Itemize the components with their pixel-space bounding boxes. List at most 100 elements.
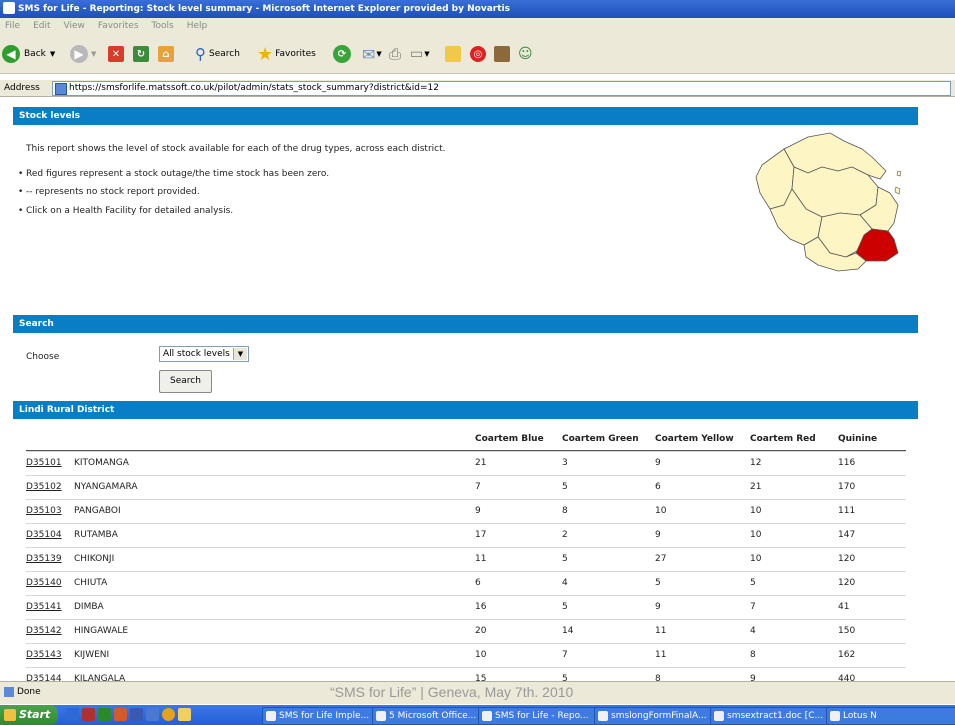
start-button[interactable]: Start	[0, 705, 58, 725]
stop-button[interactable]: ✕	[108, 44, 124, 64]
col-header-coartem-blue: Coartem Blue	[475, 434, 544, 444]
facility-code-link[interactable]: D35101	[26, 458, 62, 468]
table-row: D35102 NYANGAMARA 7 5 6 21 170	[26, 475, 906, 500]
mail-button[interactable]: ✉ ▼	[362, 44, 382, 64]
research-button[interactable]	[494, 44, 510, 64]
stock-value-cell: 6	[475, 578, 481, 588]
stock-value-cell: 7	[562, 650, 568, 660]
taskbar-item[interactable]: SMS for Life Imple...	[262, 707, 382, 725]
window-title: SMS for Life - Reporting: Stock level su…	[18, 4, 510, 14]
facility-code-link[interactable]: D35104	[26, 530, 62, 540]
menu-bar: File Edit View Favorites Tools Help	[0, 18, 955, 35]
search-header: Search	[13, 315, 918, 333]
word-quicklaunch-icon[interactable]	[130, 708, 143, 721]
forward-button[interactable]: ▶ ▼	[70, 44, 96, 64]
facility-name: KIJWENI	[74, 650, 110, 660]
taskbar-item[interactable]: 5 Microsoft Office...	[372, 707, 490, 725]
stock-value-cell: 9	[475, 506, 481, 516]
stock-value-cell: 11	[475, 554, 487, 564]
facility-code-link[interactable]: D35139	[26, 554, 62, 564]
menu-tools[interactable]: Tools	[152, 21, 174, 31]
home-icon: ⌂	[158, 46, 174, 62]
address-bar: Address https://smsforlife.matssoft.co.u…	[0, 80, 955, 97]
excel-quicklaunch-icon[interactable]	[98, 708, 111, 721]
table-row: D35139 CHIKONJI 11 5 27 10 120	[26, 547, 906, 572]
map-island	[894, 170, 902, 195]
ie-quicklaunch-icon[interactable]	[66, 708, 79, 721]
choose-label: Choose	[26, 352, 60, 362]
facility-code-link[interactable]: D35140	[26, 578, 62, 588]
home-button[interactable]: ⌂	[158, 44, 174, 64]
stock-level-select[interactable]: All stock levels ▼	[159, 346, 249, 362]
col-header-coartem-red: Coartem Red	[750, 434, 816, 444]
desktop-quicklaunch-icon[interactable]	[178, 708, 191, 721]
stock-value-cell: 150	[838, 626, 856, 636]
refresh-icon: ↻	[133, 46, 149, 62]
stock-intro: This report shows the level of stock ava…	[26, 144, 446, 154]
search-submit-button[interactable]: Search	[159, 370, 212, 393]
taskbar-item-label: smslongFormFinalA...	[611, 711, 707, 721]
refresh-button[interactable]: ↻	[133, 44, 149, 64]
discuss-button[interactable]	[445, 44, 461, 64]
stock-value-cell: 4	[562, 578, 568, 588]
word-icon	[598, 711, 608, 721]
star-icon: ★	[257, 43, 274, 65]
edit-button[interactable]: ▭ ▼	[410, 44, 430, 64]
search-button[interactable]: ⚲ Search	[195, 44, 240, 64]
stock-value-cell: 8	[562, 506, 568, 516]
stock-value-cell: 116	[838, 458, 856, 468]
menu-favorites[interactable]: Favorites	[98, 21, 139, 31]
address-label: Address	[4, 83, 40, 93]
outlook-quicklaunch-icon[interactable]	[146, 708, 159, 721]
facility-name: CHIUTA	[74, 578, 108, 588]
facility-code-link[interactable]: D35103	[26, 506, 62, 516]
print-button[interactable]: ⎙	[389, 44, 401, 64]
stock-value-cell: 16	[475, 602, 487, 612]
record-icon: ◎	[470, 46, 486, 62]
stock-value-cell: 2	[562, 530, 568, 540]
print-icon: ⎙	[389, 45, 402, 63]
stock-value-cell: 162	[838, 650, 856, 660]
folder-icon	[445, 46, 461, 62]
stock-value-cell: 6	[655, 482, 661, 492]
address-input[interactable]: https://smsforlife.matssoft.co.uk/pilot/…	[52, 81, 951, 96]
stock-value-cell: 21	[750, 482, 762, 492]
back-label: Back	[24, 49, 46, 59]
stock-value-cell: 27	[655, 554, 667, 564]
ie-icon	[3, 1, 15, 14]
stock-value-cell: 9	[655, 458, 661, 468]
favorites-button[interactable]: ★ Favorites	[257, 43, 316, 65]
facility-code-link[interactable]: D35141	[26, 602, 62, 612]
books-icon	[494, 46, 510, 62]
bullet-item: -- represents no stock report provided.	[18, 187, 200, 197]
app-quicklaunch-icon[interactable]	[82, 708, 95, 721]
menu-view[interactable]: View	[64, 21, 85, 31]
page-done-icon	[4, 686, 14, 697]
back-button[interactable]: ◀ Back ▼	[2, 44, 55, 64]
stock-value-cell: 12	[750, 458, 762, 468]
facility-code-link[interactable]: D35143	[26, 650, 62, 660]
contacts-button[interactable]: ☺	[518, 44, 533, 64]
lotus-quicklaunch-icon[interactable]	[162, 708, 175, 721]
facility-code-link[interactable]: D35142	[26, 626, 62, 636]
search-icon: ⚲	[195, 45, 206, 63]
table-row: D35101 KITOMANGA 21 3 9 12 116	[26, 451, 906, 476]
taskbar-item[interactable]: smslongFormFinalA...	[594, 707, 722, 725]
taskbar-item[interactable]: SMS for Life - Repo...	[478, 707, 606, 725]
messenger-button[interactable]: ◎	[470, 44, 486, 64]
history-button[interactable]: ⟳	[333, 44, 351, 64]
office-quicklaunch-icon[interactable]	[114, 708, 127, 721]
taskbar-item[interactable]: Lotus N	[826, 707, 955, 725]
stock-value-cell: 5	[562, 602, 568, 612]
facility-name: KITOMANGA	[74, 458, 129, 468]
menu-edit[interactable]: Edit	[33, 21, 50, 31]
facility-name: DIMBA	[74, 602, 104, 612]
facility-code-link[interactable]: D35102	[26, 482, 62, 492]
chevron-down-icon: ▼	[49, 50, 56, 58]
stock-value-cell: 14	[562, 626, 574, 636]
taskbar-item-label: SMS for Life Imple...	[279, 711, 370, 721]
menu-file[interactable]: File	[5, 21, 20, 31]
taskbar-item[interactable]: smsextract1.doc [C...	[710, 707, 838, 725]
menu-help[interactable]: Help	[187, 21, 208, 31]
quick-launch	[66, 708, 191, 721]
